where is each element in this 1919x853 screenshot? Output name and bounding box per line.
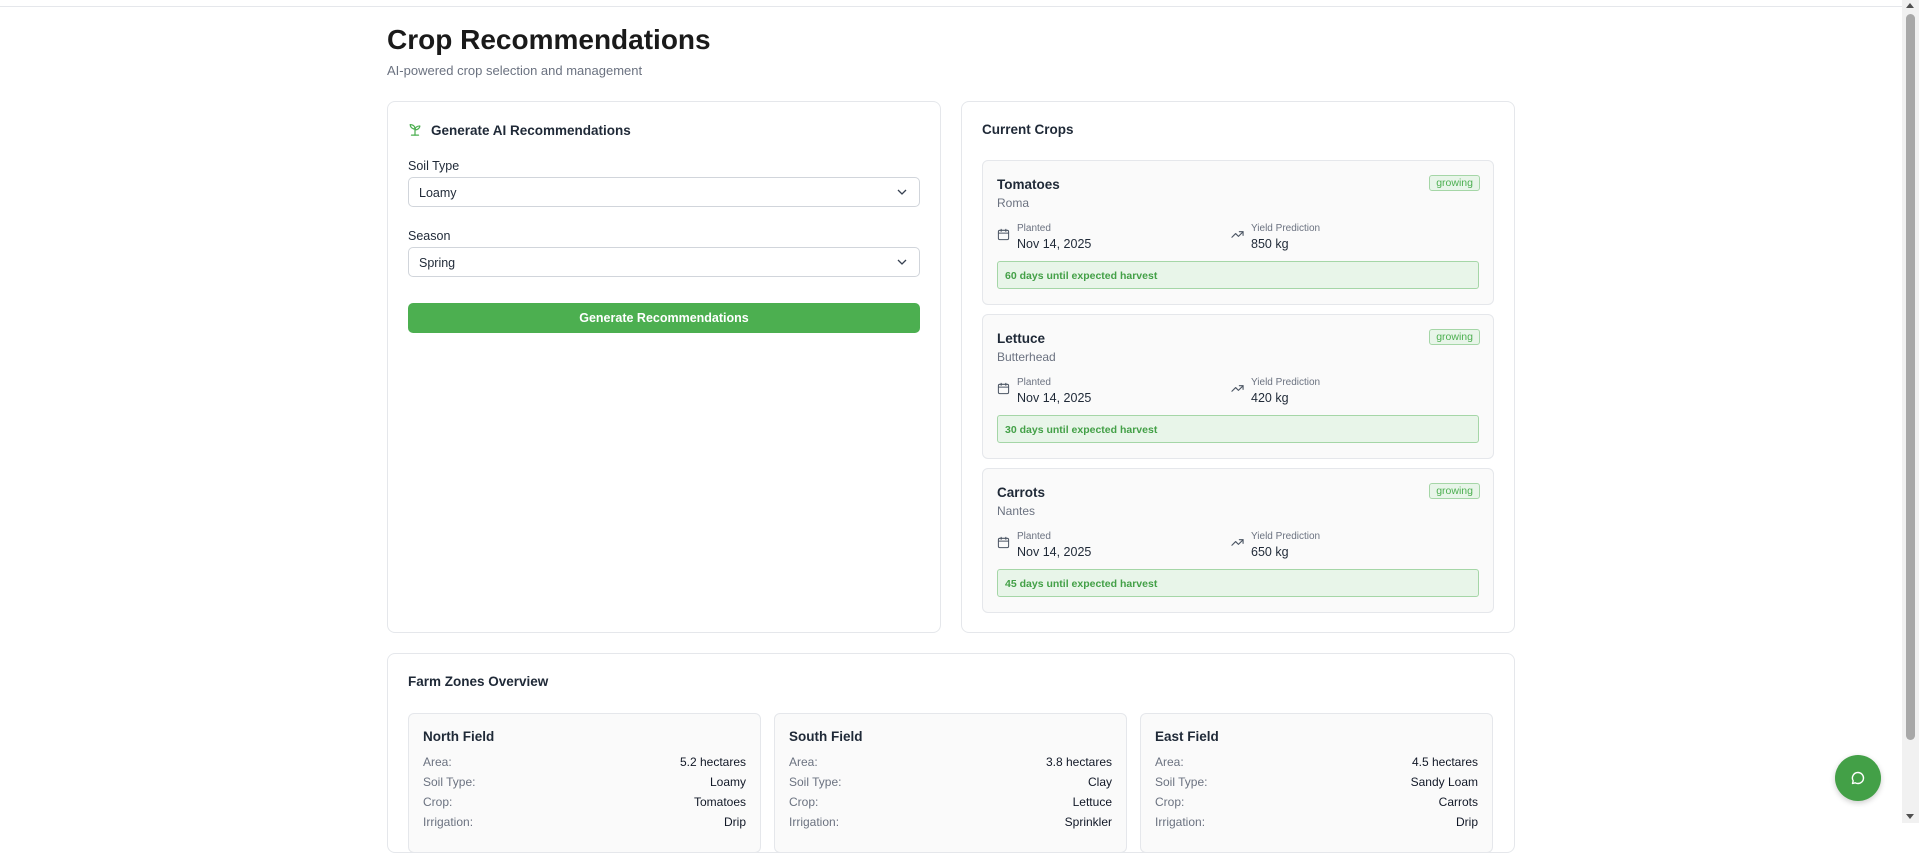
irrigation-value: Drip [723, 815, 746, 829]
soil-value: Loamy [709, 775, 746, 789]
page-subtitle: AI-powered crop selection and management [387, 63, 643, 78]
generate-recommendations-card: Generate AI Recommendations Soil Type Lo… [387, 101, 941, 633]
scroll-down-arrow[interactable] [1906, 814, 1914, 819]
crop-card[interactable]: Lettuce Butterhead growing Planted Nov 1… [982, 314, 1494, 459]
soil-label: Soil Type: [1155, 775, 1208, 789]
status-badge: growing [1429, 483, 1480, 499]
farm-zones-card: Farm Zones Overview North Field Area: 5.2… [387, 653, 1515, 853]
trending-up-icon [1231, 539, 1244, 546]
crop-variety: Roma [997, 196, 1030, 210]
zone-name: North Field [423, 729, 495, 744]
crop-variety: Nantes [997, 504, 1036, 518]
page-title: Crop Recommendations [387, 24, 711, 55]
scroll-up-arrow[interactable] [1906, 3, 1914, 8]
soil-value: Clay [1087, 775, 1112, 789]
sprout-icon [409, 124, 421, 136]
soil-label: Soil Type: [423, 775, 476, 789]
planted-label: Planted [1017, 223, 1051, 234]
zone-card[interactable]: South Field Area: 3.8 hectares Soil Type:… [774, 713, 1127, 853]
irrigation-value: Drip [1455, 815, 1478, 829]
calendar-icon [997, 536, 1010, 549]
season-select[interactable]: Spring [408, 247, 920, 277]
yield-label: Yield Prediction [1251, 223, 1321, 234]
area-label: Area: [789, 755, 818, 769]
area-label: Area: [1155, 755, 1184, 769]
soil-label: Soil Type: [789, 775, 842, 789]
planted-label: Planted [1017, 377, 1051, 388]
crop-name: Tomatoes [997, 177, 1060, 192]
crop-value: Tomatoes [693, 795, 746, 809]
crop-name: Lettuce [997, 331, 1046, 346]
planted-date: Nov 14, 2025 [1017, 545, 1092, 559]
scrollbar-thumb[interactable] [1906, 14, 1915, 740]
yield-label: Yield Prediction [1251, 377, 1321, 388]
irrigation-label: Irrigation: [423, 815, 474, 829]
irrigation-label: Irrigation: [789, 815, 840, 829]
area-value: 3.8 hectares [1045, 755, 1112, 769]
planted-date: Nov 14, 2025 [1017, 391, 1092, 405]
harvest-notice: 45 days until expected harvest [997, 569, 1479, 597]
yield-label: Yield Prediction [1251, 531, 1321, 542]
planted-label: Planted [1017, 531, 1051, 542]
chevron-down-icon [897, 259, 907, 265]
crop-card[interactable]: Carrots Nantes growing Planted Nov 14, 2… [982, 468, 1494, 613]
status-badge: growing [1429, 329, 1480, 345]
trending-up-icon [1231, 231, 1244, 238]
status-badge: growing [1429, 175, 1480, 191]
chat-button[interactable] [1835, 755, 1881, 801]
chevron-down-icon [897, 189, 907, 195]
zone-name: East Field [1155, 729, 1219, 744]
crop-label: Crop: [423, 795, 453, 809]
generate-recommendations-button[interactable]: Generate Recommendations [408, 303, 920, 333]
crop-value: Lettuce [1072, 795, 1112, 809]
zone-card[interactable]: North Field Area: 5.2 hectares Soil Type:… [408, 713, 761, 853]
soil-type-value: Loamy [419, 186, 457, 200]
season-label: Season [408, 229, 451, 243]
crop-variety: Butterhead [997, 350, 1056, 364]
planted-date: Nov 14, 2025 [1017, 237, 1092, 251]
trending-up-icon [1231, 385, 1244, 392]
harvest-text: 45 days until expected harvest [1005, 578, 1158, 590]
soil-value: Sandy Loam [1410, 775, 1478, 789]
top-bar [0, 0, 1902, 7]
crop-label: Crop: [1155, 795, 1185, 809]
area-value: 4.5 hectares [1411, 755, 1478, 769]
soil-type-label: Soil Type [408, 159, 460, 173]
calendar-icon [997, 228, 1010, 241]
chat-bubble-icon [1851, 771, 1865, 785]
current-crops-card: Current Crops Tomatoes Roma growing Plan… [961, 101, 1515, 633]
zone-name: South Field [789, 729, 863, 744]
calendar-icon [997, 382, 1010, 395]
farm-zones-title: Farm Zones Overview [408, 674, 549, 689]
scrollbar[interactable] [1902, 0, 1919, 823]
crop-card[interactable]: Tomatoes Roma growing Planted Nov 14, 20… [982, 160, 1494, 305]
soil-type-select[interactable]: Loamy [408, 177, 920, 207]
yield-value: 420 kg [1251, 391, 1289, 405]
area-value: 5.2 hectares [679, 755, 746, 769]
season-value: Spring [419, 256, 456, 270]
generate-card-title: Generate AI Recommendations [431, 123, 631, 138]
crop-value: Carrots [1438, 795, 1478, 809]
harvest-text: 60 days until expected harvest [1005, 270, 1158, 282]
harvest-notice: 60 days until expected harvest [997, 261, 1479, 289]
current-crops-title: Current Crops [982, 122, 1074, 137]
crop-name: Carrots [997, 485, 1046, 500]
zone-card[interactable]: East Field Area: 4.5 hectares Soil Type: S… [1140, 713, 1493, 853]
harvest-text: 30 days until expected harvest [1005, 424, 1158, 436]
yield-value: 850 kg [1251, 237, 1289, 251]
harvest-notice: 30 days until expected harvest [997, 415, 1479, 443]
irrigation-value: Sprinkler [1064, 815, 1112, 829]
crop-label: Crop: [789, 795, 819, 809]
yield-value: 650 kg [1251, 545, 1289, 559]
area-label: Area: [423, 755, 452, 769]
irrigation-label: Irrigation: [1155, 815, 1206, 829]
